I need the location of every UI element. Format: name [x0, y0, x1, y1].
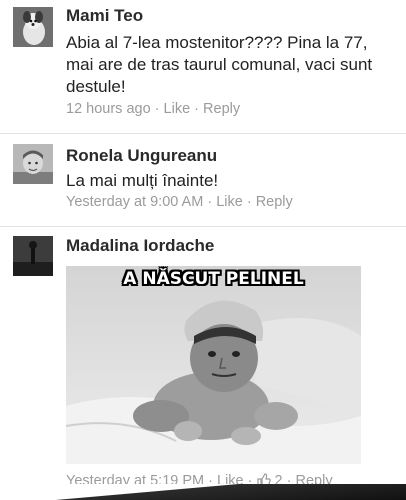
comment-author-name[interactable]: Madalina Iordache [66, 236, 214, 256]
screenshot-torn-edge [0, 484, 406, 500]
avatar[interactable] [13, 7, 53, 47]
dog-avatar-photo [13, 7, 53, 47]
comment-meta: 12 hours ago · Like · Reply [66, 101, 240, 117]
separator: · [242, 194, 256, 210]
separator: · [190, 101, 204, 117]
meme-caption: A NĂSCUT PELINEL [123, 269, 304, 289]
comment-ronela-ungureanu: Ronela Ungureanu La mai mulți înainte! Y… [0, 134, 406, 230]
reply-button[interactable]: Reply [256, 194, 293, 210]
reply-button[interactable]: Reply [203, 101, 240, 117]
comment-meta: Yesterday at 9:00 AM · Like · Reply [66, 194, 293, 210]
separator: · [203, 194, 217, 210]
comment-image-attachment[interactable]: A NĂSCUT PELINEL [66, 266, 361, 464]
baby-meme-photo [66, 266, 361, 464]
like-button[interactable]: Like [216, 194, 243, 210]
landscape-avatar-photo [13, 236, 53, 276]
comment-mami-teo: Mami Teo Abia al 7-lea mostenitor???? Pi… [0, 0, 406, 128]
avatar[interactable] [13, 144, 53, 184]
comment-author-name[interactable]: Mami Teo [66, 6, 143, 26]
comment-text: La mai mulți înainte! [66, 171, 219, 190]
like-button[interactable]: Like [164, 101, 191, 117]
comment-timestamp[interactable]: Yesterday at 9:00 AM [66, 194, 203, 210]
comment-timestamp[interactable]: 12 hours ago [66, 101, 151, 117]
comment-author-name[interactable]: Ronela Ungureanu [66, 146, 217, 166]
separator: · [150, 101, 164, 117]
avatar[interactable] [13, 236, 53, 276]
child-avatar-photo [13, 144, 53, 184]
comment-text: Abia al 7-lea mostenitor???? Pina la 77,… [66, 33, 373, 96]
